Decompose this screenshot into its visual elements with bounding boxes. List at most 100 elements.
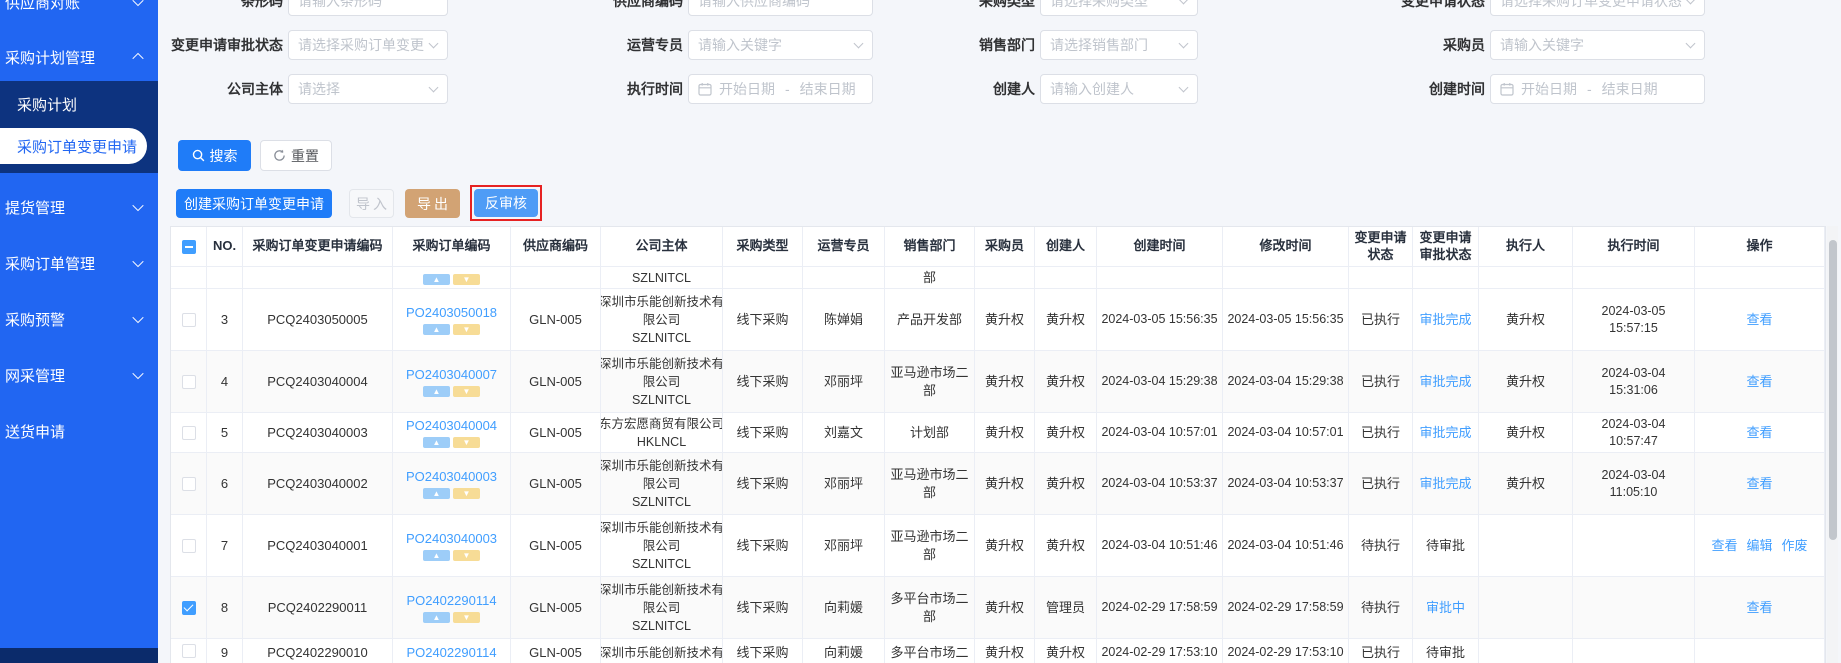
import-button[interactable]: 导入 [349, 189, 394, 218]
row-action-link[interactable]: 查看 [1711, 537, 1737, 555]
column-header: 变更申请状态 [1349, 227, 1413, 266]
placeholder-text: 请输入条形码 [298, 0, 382, 9]
buyer: 黄升权 [975, 289, 1035, 350]
row-action-link[interactable]: 查看 [1746, 311, 1772, 329]
po-down-badge[interactable]: ▼ [453, 386, 480, 398]
row-checkbox[interactable] [181, 374, 196, 389]
search-button[interactable]: 搜索 [178, 140, 251, 171]
row-number: 8 [207, 577, 243, 638]
approval-status[interactable]: 审批完成 [1419, 475, 1471, 493]
reset-button[interactable]: 重置 [260, 140, 332, 171]
select-input[interactable]: 请选择采购类型 [1040, 0, 1198, 16]
po-link[interactable]: PO2403040004 [406, 417, 497, 435]
sidebar-item[interactable]: 采购计划管理 [0, 35, 158, 79]
sidebar-item-label: 采购计划 [17, 96, 78, 114]
row-checkbox[interactable] [181, 600, 196, 615]
po-link[interactable]: PO2402290114 [406, 644, 496, 662]
filter-row: 条形码 请输入条形码 供应商编码 请输入供应商编码 采购类型 请选择采购类型 变更申请状态 请… [158, 0, 1841, 16]
column-header: 修改时间 [1223, 227, 1349, 266]
filter-label: 公司主体 [227, 81, 283, 97]
vertical-scrollbar-thumb[interactable] [1828, 240, 1837, 540]
po-link[interactable]: PO2403050018 [406, 304, 497, 322]
po-up-badge[interactable]: ▲ [423, 437, 450, 449]
po-down-badge[interactable]: ▼ [453, 273, 480, 285]
approval-status[interactable]: 审批完成 [1419, 311, 1471, 329]
select-input[interactable]: 请选择 [288, 74, 448, 104]
company-line: 深圳市乐能创新技术有 [601, 356, 723, 371]
po-up-badge[interactable]: ▲ [423, 488, 450, 500]
sidebar-item[interactable]: 提货管理 [0, 185, 158, 229]
po-up-badge[interactable]: ▲ [423, 386, 450, 398]
po-down-badge[interactable]: ▼ [453, 550, 480, 562]
sidebar-item[interactable]: 网采管理 [0, 353, 158, 397]
filter-label: 条形码 [241, 0, 283, 9]
po-link[interactable]: PO2403040007 [406, 366, 497, 384]
row-checkbox[interactable] [181, 644, 196, 658]
po-link[interactable]: PO2403040003 [406, 530, 497, 548]
po-down-badge[interactable]: ▼ [453, 324, 480, 336]
select-all-checkbox[interactable] [181, 239, 196, 254]
sidebar-item[interactable]: 采购订单变更申请 [0, 128, 147, 164]
row-checkbox[interactable] [181, 425, 196, 440]
approval-status[interactable]: 审批完成 [1419, 373, 1471, 391]
po-down-badge[interactable]: ▼ [453, 612, 480, 624]
approval-status[interactable]: 审批完成 [1419, 424, 1471, 442]
sidebar-item-label: 网采管理 [5, 367, 66, 385]
row-select-cell [171, 453, 207, 514]
po-link[interactable]: PO2403040003 [406, 468, 497, 486]
date-range-input[interactable]: 开始日期 - 结束日期 [688, 74, 873, 104]
row-number: 4 [207, 351, 243, 412]
row-action-link[interactable]: 查看 [1746, 475, 1772, 493]
column-header: 操作 [1695, 227, 1825, 266]
export-button[interactable]: 导出 [405, 189, 460, 218]
select-input[interactable]: 请输入创建人 [1040, 74, 1198, 104]
approval-status-cell: 审批完成 [1413, 351, 1479, 412]
row-action-link[interactable]: 编辑 [1746, 537, 1772, 555]
po-up-badge[interactable]: ▲ [423, 273, 450, 285]
po-up-badge[interactable]: ▲ [423, 550, 450, 562]
row-checkbox[interactable] [181, 476, 196, 491]
select-input[interactable]: 请输入关键字 [1490, 30, 1705, 60]
sidebar-item[interactable]: 供应商对账 [0, 0, 158, 24]
operation-specialist: 向莉媛 [803, 639, 885, 663]
select-input[interactable]: 请输入关键字 [688, 30, 873, 60]
row-select-cell [171, 289, 207, 350]
row-action-link[interactable]: 查看 [1746, 599, 1772, 617]
reverse-audit-button[interactable]: 反审核 [474, 189, 538, 217]
chevron-down-icon [132, 199, 144, 212]
po-up-badge[interactable]: ▲ [423, 612, 450, 624]
sidebar-bottom-strip [0, 648, 158, 663]
sidebar-item[interactable]: 采购预警 [0, 297, 158, 341]
vertical-scrollbar[interactable] [1827, 226, 1838, 663]
row-action-link[interactable]: 查看 [1746, 373, 1772, 391]
filter-label: 供应商编码 [613, 0, 683, 9]
row-checkbox[interactable] [181, 538, 196, 553]
select-input[interactable]: 请选择采购订单变更申请状态 [1490, 0, 1705, 16]
sidebar-item[interactable]: 采购计划 [0, 83, 158, 125]
create-change-request-button[interactable]: 创建采购订单变更申请 [176, 189, 332, 218]
change-request-code: PCQ2402290011 [243, 577, 393, 638]
operation-specialist: 邓丽坪 [803, 453, 885, 514]
select-input[interactable]: 请选择采购订单变更审批状态 [288, 30, 448, 60]
text-input[interactable]: 请输入供应商编码 [688, 0, 873, 16]
row-action-link[interactable]: 作废 [1782, 537, 1808, 555]
po-up-badge[interactable]: ▲ [423, 324, 450, 336]
po-badges: ▲ ▼ [423, 550, 480, 562]
date-range-input[interactable]: 开始日期 - 结束日期 [1490, 74, 1705, 104]
approval-status[interactable]: 审批中 [1426, 599, 1465, 617]
po-link[interactable]: PO2402290114 [406, 592, 496, 610]
chevron-down-icon [428, 82, 439, 93]
sidebar-menu: 供应商对账采购计划管理采购计划采购订单变更申请提货管理采购订单管理 采购预警网采管… [0, 0, 158, 453]
placeholder-text: 请输入关键字 [1500, 37, 1584, 53]
po-down-badge[interactable]: ▼ [453, 488, 480, 500]
text-input[interactable]: 请输入条形码 [288, 0, 448, 16]
po-down-badge[interactable]: ▼ [453, 437, 480, 449]
row-action-link[interactable]: 查看 [1746, 424, 1772, 442]
row-checkbox[interactable] [181, 312, 196, 327]
creator: 黄升权 [1035, 289, 1097, 350]
sidebar-item[interactable]: 送货申请 [0, 409, 158, 453]
select-input[interactable]: 请选择销售部门 [1040, 30, 1198, 60]
placeholder-text: 请选择销售部门 [1050, 37, 1148, 53]
sidebar-item[interactable]: 采购订单管理 [0, 241, 158, 285]
company-line: 深圳市乐能创新技术有 [601, 520, 723, 535]
